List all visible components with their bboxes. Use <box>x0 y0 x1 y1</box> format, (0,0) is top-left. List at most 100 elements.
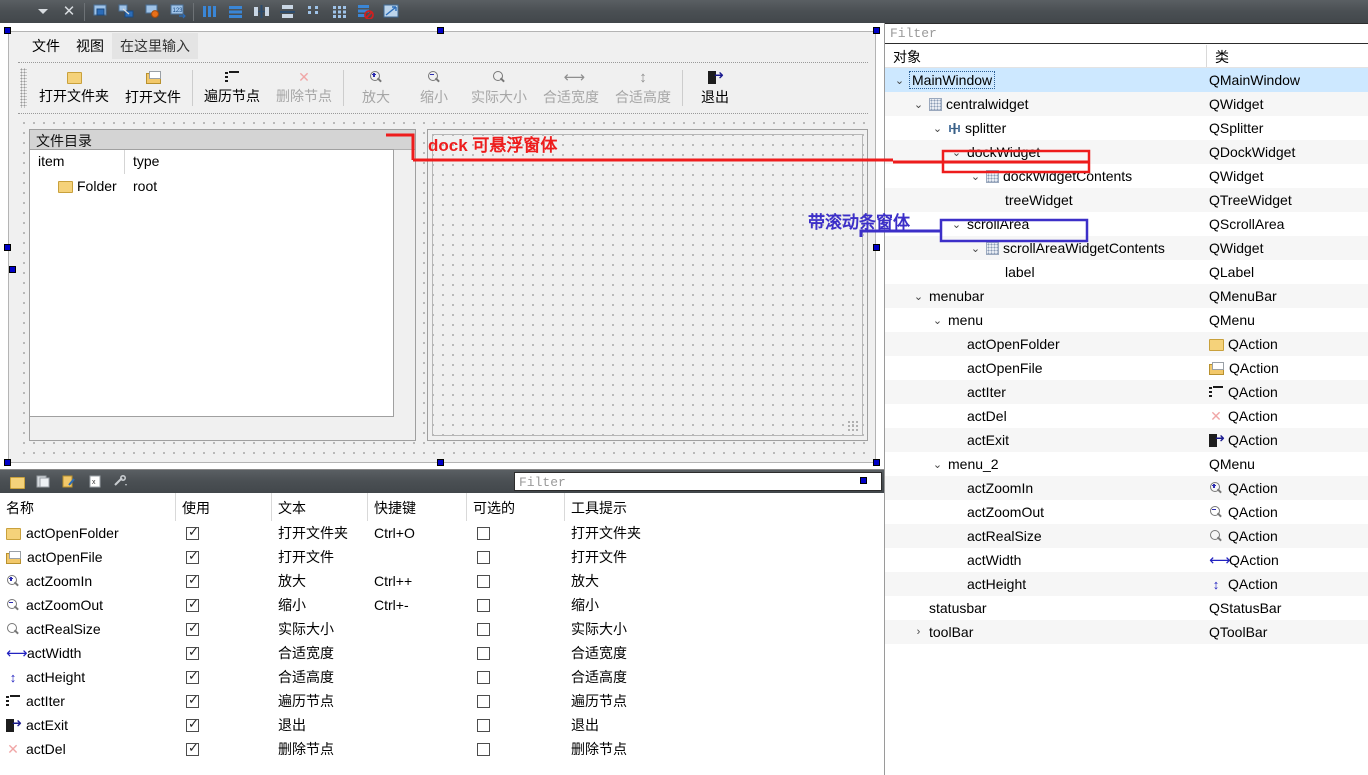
layout-vsplitter-icon[interactable] <box>274 1 300 22</box>
layout-vertical-icon[interactable] <box>222 1 248 22</box>
edit-signals-icon[interactable] <box>113 1 139 22</box>
used-checkbox[interactable] <box>186 693 199 708</box>
break-layout-icon[interactable] <box>352 1 378 22</box>
inspector-row[interactable]: statusbar QStatusBar <box>885 596 1368 620</box>
inspector-row[interactable]: ⌄ MainWindow QMainWindow <box>885 68 1368 92</box>
toolbar-fit-height-button[interactable]: ↕ 合适高度 <box>607 64 679 112</box>
tree-header-item[interactable]: item <box>30 150 125 174</box>
checkable-checkbox[interactable] <box>477 646 490 660</box>
inspector-row[interactable]: ⌄ centralwidget QWidget <box>885 92 1368 116</box>
inspector-row[interactable]: label QLabel <box>885 260 1368 284</box>
chevron-down-icon[interactable]: ⌄ <box>912 98 925 111</box>
action-table-row[interactable]: actIter 遍历节点 遍历节点 <box>0 689 884 713</box>
menu-view[interactable]: 视图 <box>68 33 112 59</box>
inspector-row[interactable]: actRealSize QAction <box>885 524 1368 548</box>
action-editor-panel[interactable]: x Filter 名称 使用 文本 快捷键 可选的 工具提示 actOpenFo… <box>0 469 884 775</box>
chevron-down-icon[interactable]: ⌄ <box>969 242 982 255</box>
chevron-down-icon[interactable]: ⌄ <box>931 458 944 471</box>
edit-buddies-icon[interactable] <box>139 1 165 22</box>
selection-handle-top-center[interactable] <box>437 27 444 34</box>
splitter-handle[interactable] <box>417 129 427 441</box>
selection-handle-top-right[interactable] <box>873 27 880 34</box>
inspector-row[interactable]: ⌄ scrollAreaWidgetContents QWidget <box>885 236 1368 260</box>
scroll-area[interactable] <box>427 129 868 441</box>
used-checkbox[interactable] <box>186 573 199 588</box>
tree-row[interactable]: Folder root <box>30 174 393 198</box>
configure-icon[interactable] <box>108 471 134 492</box>
chevron-right-icon[interactable]: › <box>912 626 925 638</box>
delete-action-icon[interactable]: x <box>82 471 108 492</box>
action-table-row[interactable]: actRealSize 实际大小 实际大小 <box>0 617 884 641</box>
header-text[interactable]: 文本 <box>272 493 368 521</box>
close-icon[interactable]: ✕ <box>56 1 82 22</box>
used-checkbox[interactable] <box>186 621 199 636</box>
inspector-row[interactable]: ⌄ menu QMenu <box>885 308 1368 332</box>
used-checkbox[interactable] <box>186 597 199 612</box>
toolbar-open-folder-button[interactable]: 打开文件夹 <box>31 64 117 112</box>
selection-handle-right-middle[interactable] <box>873 244 880 251</box>
used-checkbox[interactable] <box>186 525 199 540</box>
inspector-row[interactable]: actDel ✕ QAction <box>885 404 1368 428</box>
form-toolbar[interactable]: 打开文件夹 打开文件 遍历节点 ✕ 删除节点 放大 缩小 实际大小 ⟷ 合适宽度… <box>18 62 868 114</box>
child-handle-left[interactable] <box>9 266 16 273</box>
checkable-checkbox[interactable] <box>477 598 490 612</box>
menu-type-here[interactable]: 在这里输入 <box>112 32 198 59</box>
copy-action-icon[interactable] <box>30 471 56 492</box>
tree-header-type[interactable]: type <box>125 150 159 174</box>
action-table-row[interactable]: actZoomOut 缩小 Ctrl+- 缩小 <box>0 593 884 617</box>
inspector-row[interactable]: actOpenFile QAction <box>885 356 1368 380</box>
inspector-row[interactable]: treeWidget QTreeWidget <box>885 188 1368 212</box>
header-shortcut[interactable]: 快捷键 <box>368 493 467 521</box>
checkable-checkbox[interactable] <box>477 550 490 564</box>
chevron-down-icon[interactable]: ⌄ <box>950 146 963 159</box>
used-checkbox[interactable] <box>186 645 199 660</box>
selection-handle-bottom-left[interactable] <box>4 459 11 466</box>
inspector-row[interactable]: actHeight ↕ QAction <box>885 572 1368 596</box>
checkable-checkbox[interactable] <box>477 694 490 708</box>
inspector-row[interactable]: ⌄ scrollArea QScrollArea <box>885 212 1368 236</box>
inspector-row[interactable]: ⌄ menubar QMenuBar <box>885 284 1368 308</box>
used-checkbox[interactable] <box>186 741 199 756</box>
selection-handle-left-middle[interactable] <box>4 244 11 251</box>
layout-horizontal-icon[interactable] <box>196 1 222 22</box>
adjust-size-icon[interactable] <box>378 1 404 22</box>
inspector-filter-input[interactable]: Filter <box>885 23 1368 44</box>
header-used[interactable]: 使用 <box>176 493 272 521</box>
action-table-row[interactable]: ↕ actHeight 合适高度 合适高度 <box>0 665 884 689</box>
inspector-row[interactable]: › toolBar QToolBar <box>885 620 1368 644</box>
checkable-checkbox[interactable] <box>477 622 490 636</box>
toolbar-iter-node-button[interactable]: 遍历节点 <box>196 64 268 112</box>
toolbar-fit-width-button[interactable]: ⟷ 合适宽度 <box>535 64 607 112</box>
edit-action-icon[interactable] <box>56 471 82 492</box>
toolbar-zoom-in-button[interactable]: 放大 <box>347 64 405 112</box>
toolbar-real-size-button[interactable]: 实际大小 <box>463 64 535 112</box>
form-design-host[interactable]: 文件 视图 在这里输入 打开文件夹 打开文件 遍历节点 ✕ 删除节点 放大 缩小… <box>0 23 884 484</box>
edit-widgets-icon[interactable] <box>87 1 113 22</box>
chevron-down-icon[interactable]: ⌄ <box>912 290 925 303</box>
chevron-down-icon[interactable]: ⌄ <box>893 74 906 87</box>
checkable-checkbox[interactable] <box>477 742 490 756</box>
checkable-checkbox[interactable] <box>477 574 490 588</box>
used-checkbox[interactable] <box>186 549 199 564</box>
inspector-row[interactable]: ⌄ dockWidget QDockWidget <box>885 140 1368 164</box>
tree-widget[interactable]: item type Folder root <box>29 149 394 417</box>
chevron-down-icon[interactable]: ⌄ <box>931 314 944 327</box>
toolbar-open-file-button[interactable]: 打开文件 <box>117 64 189 112</box>
selection-handle-bottom-center[interactable] <box>437 459 444 466</box>
header-checkable[interactable]: 可选的 <box>467 493 565 521</box>
child-handle-right[interactable] <box>860 477 867 484</box>
inspector-row[interactable]: actZoomIn QAction <box>885 476 1368 500</box>
selection-handle-top-left[interactable] <box>4 27 11 34</box>
inspector-row[interactable]: ⌄ menu_2 QMenu <box>885 452 1368 476</box>
inspector-row[interactable]: actIter QAction <box>885 380 1368 404</box>
action-table-row[interactable]: actExit 退出 退出 <box>0 713 884 737</box>
form-menubar[interactable]: 文件 视图 在这里输入 <box>10 32 874 59</box>
action-table-row[interactable]: actOpenFolder 打开文件夹 Ctrl+O 打开文件夹 <box>0 521 884 545</box>
checkable-checkbox[interactable] <box>477 718 490 732</box>
used-checkbox[interactable] <box>186 717 199 732</box>
inspector-header-object[interactable]: 对象 <box>885 45 1207 67</box>
action-table-row[interactable]: actZoomIn 放大 Ctrl++ 放大 <box>0 569 884 593</box>
main-window-form[interactable]: 文件 视图 在这里输入 打开文件夹 打开文件 遍历节点 ✕ 删除节点 放大 缩小… <box>8 31 876 463</box>
checkable-checkbox[interactable] <box>477 670 490 684</box>
selection-handle-bottom-right[interactable] <box>873 459 880 466</box>
